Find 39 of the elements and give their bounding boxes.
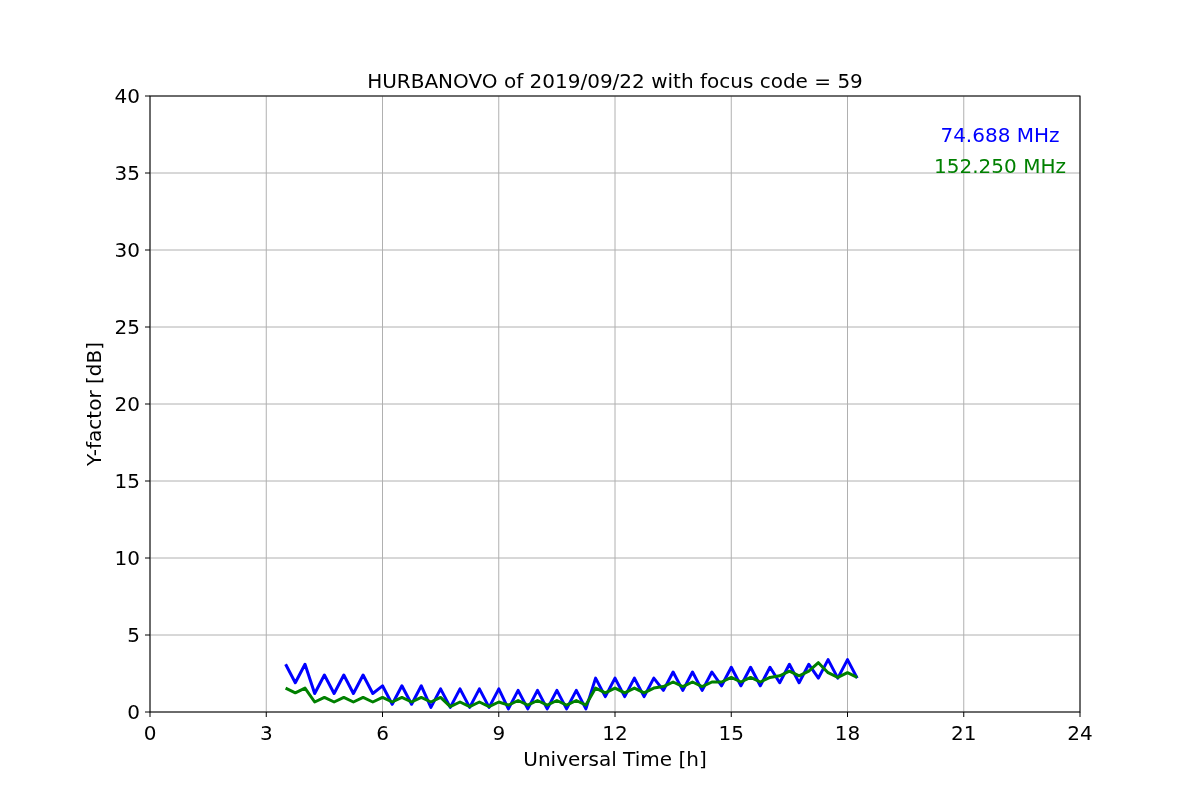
tick-label: 24 xyxy=(1067,721,1093,745)
tick-label: 30 xyxy=(114,238,140,262)
tick-mark xyxy=(1079,711,1081,718)
chart-title: HURBANOVO of 2019/09/22 with focus code = 59 xyxy=(367,69,863,93)
tick-mark xyxy=(144,172,151,174)
legend-label: 152.250 MHz xyxy=(934,154,1066,178)
tick-mark xyxy=(144,403,151,405)
tick-mark xyxy=(144,326,151,328)
tick-label: 18 xyxy=(834,721,861,745)
tick-label: 20 xyxy=(114,392,140,416)
tick-mark xyxy=(730,711,732,718)
tick-label: 12 xyxy=(602,721,628,745)
tick-label: 9 xyxy=(492,721,506,745)
tick-mark xyxy=(144,634,151,636)
tick-mark xyxy=(847,711,848,718)
x-axis-label: Universal Time [h] xyxy=(523,747,707,771)
tick-label: 3 xyxy=(259,721,273,745)
tick-label: 21 xyxy=(951,721,977,745)
tick-label: 15 xyxy=(114,469,140,493)
tick-mark xyxy=(382,711,383,718)
tick-label: 40 xyxy=(114,84,140,108)
tick-label: 35 xyxy=(114,161,140,185)
tick-label: 6 xyxy=(376,721,389,745)
tick-label: 15 xyxy=(718,721,744,745)
tick-mark xyxy=(963,711,965,718)
tick-mark xyxy=(614,711,616,718)
tick-mark xyxy=(144,249,151,251)
tick-label: 5 xyxy=(127,623,140,647)
tick-mark xyxy=(144,557,151,559)
tick-mark xyxy=(265,711,267,718)
tick-label: 25 xyxy=(114,315,140,339)
tick-mark xyxy=(144,95,151,97)
tick-mark xyxy=(498,711,500,718)
legend-label: 74.688 MHz xyxy=(940,123,1060,147)
tick-mark xyxy=(144,480,151,482)
tick-label: 0 xyxy=(143,721,157,745)
tick-label: 10 xyxy=(114,546,140,570)
y-axis-label: Y-factor [dB] xyxy=(82,342,106,466)
tick-label: 0 xyxy=(127,700,140,724)
